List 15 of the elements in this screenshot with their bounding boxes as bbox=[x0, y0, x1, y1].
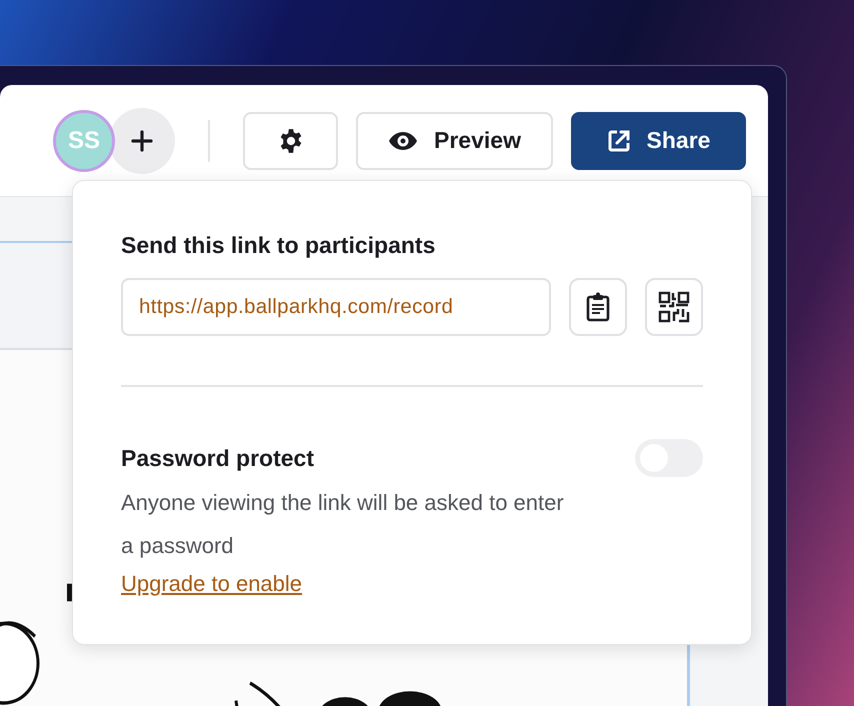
link-field[interactable]: https://app.ballparkhq.com/record bbox=[121, 278, 552, 336]
qr-code-icon bbox=[658, 291, 690, 323]
eye-icon bbox=[388, 130, 418, 150]
plus-icon bbox=[131, 130, 153, 152]
clipboard-icon bbox=[586, 292, 610, 322]
preview-button[interactable]: Preview bbox=[356, 112, 553, 170]
password-protect-label: Password protect bbox=[121, 444, 314, 472]
popover-title: Send this link to participants bbox=[121, 231, 436, 259]
password-description: Anyone viewing the link will be asked to enter a password bbox=[121, 489, 565, 560]
share-button[interactable]: Share bbox=[571, 112, 746, 170]
upgrade-link[interactable]: Upgrade to enable bbox=[121, 567, 302, 601]
qr-code-button[interactable] bbox=[645, 278, 703, 336]
external-link-icon bbox=[606, 128, 631, 152]
settings-button[interactable] bbox=[243, 112, 338, 170]
copy-button[interactable] bbox=[569, 278, 628, 336]
